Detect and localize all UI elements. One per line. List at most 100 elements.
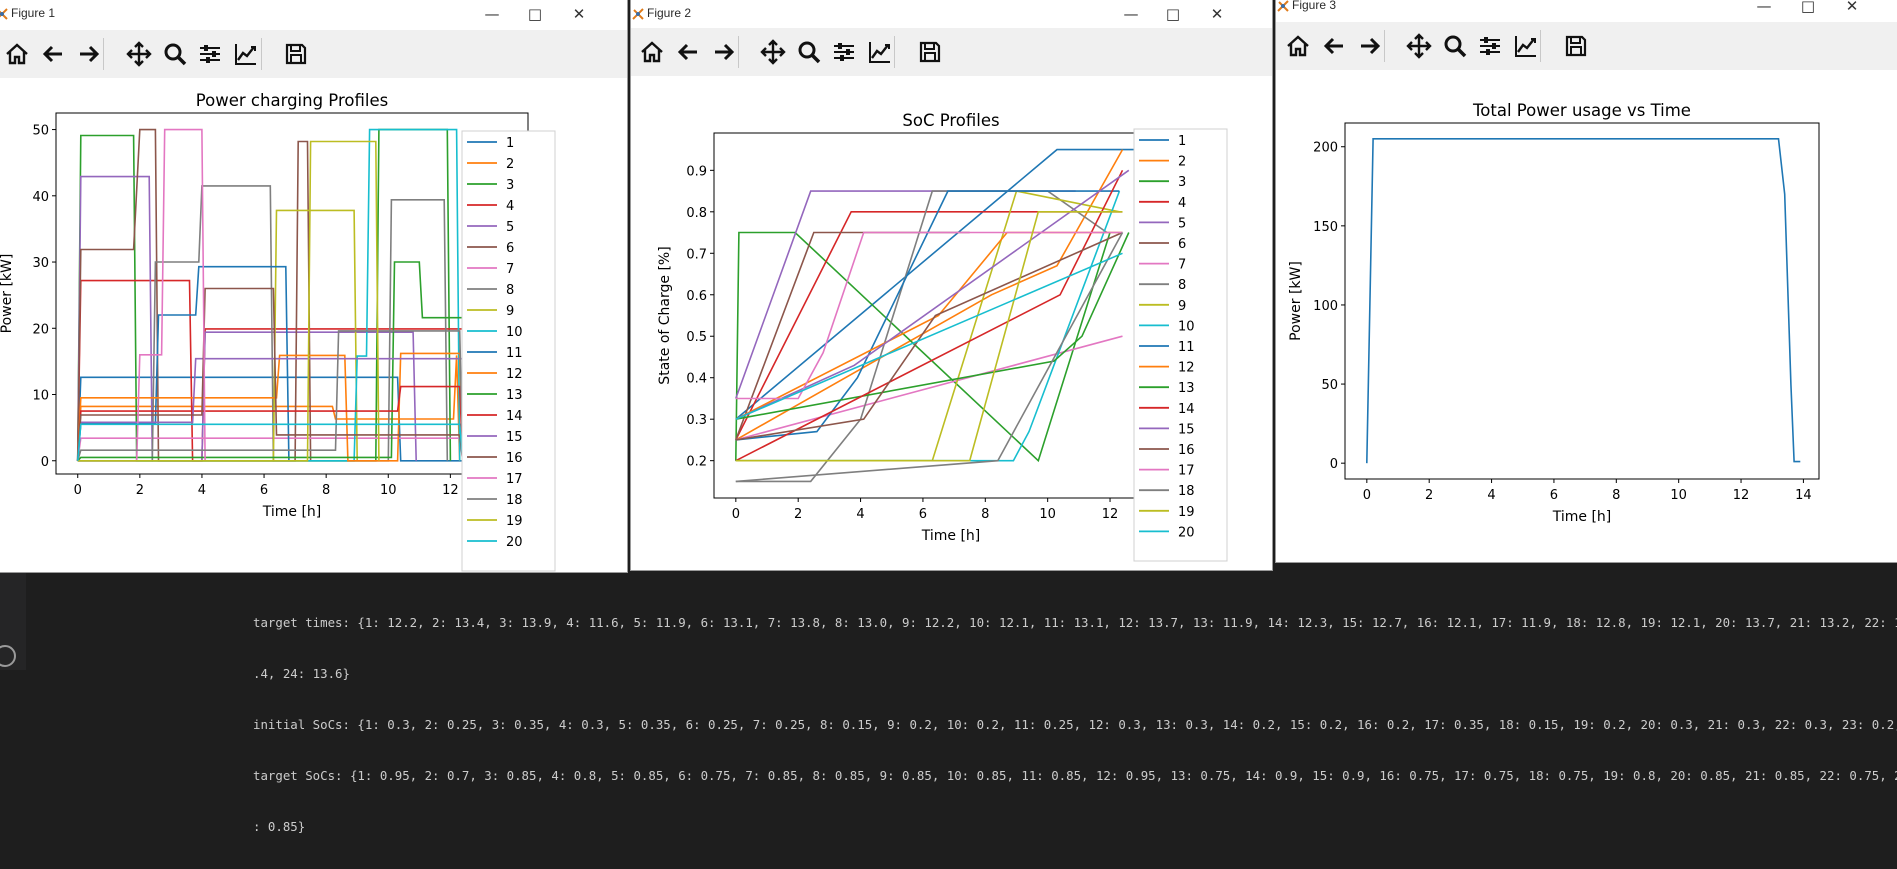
home-button[interactable] [1284,32,1312,60]
series-line-11 [735,190,1120,441]
close-button[interactable]: ✕ [1206,4,1228,24]
legend-label: 10 [1178,319,1195,334]
subplots-button[interactable] [1476,32,1504,60]
y-tick-label: 50 [1321,378,1338,393]
series-line-5 [76,175,417,462]
back-arrow-button[interactable] [39,40,67,68]
axes-edit-button[interactable] [1512,32,1540,60]
x-tick-label: 0 [1363,488,1371,503]
toolbar [0,30,627,78]
figure-window-2[interactable]: Figure 2 — □ ✕ SoC Profiles 0.2 0.3 0.4 0.5 0.6 0.… [631,0,1272,570]
y-axis-label: State of Charge [%] [657,246,673,384]
figure-canvas: SoC Profiles 0.2 0.3 0.4 0.5 0.6 0.7 0.8 0.9 0 2 4 6… [631,76,1272,570]
maximize-button[interactable]: □ [1797,0,1819,16]
account-icon[interactable] [0,645,16,667]
y-tick-label: 0.7 [686,247,707,262]
legend-label: 6 [506,241,514,256]
title-bar[interactable]: Figure 3 — □ ✕ [1276,0,1897,19]
minimize-button[interactable]: — [481,4,503,24]
forward-arrow-button[interactable] [710,38,738,66]
forward-arrow-button[interactable] [1356,32,1384,60]
legend-label: 13 [506,388,523,403]
legend-label: 13 [1178,381,1195,396]
close-button[interactable]: ✕ [568,4,590,24]
legend-label: 2 [506,157,514,172]
x-tick-label: 4 [1487,488,1495,503]
y-tick-label: 0.5 [686,330,707,345]
zoom-icon [798,41,821,64]
pan-button[interactable] [125,40,153,68]
legend-label: 19 [506,514,523,529]
legend-label: 2 [1178,155,1186,170]
home-button[interactable] [638,38,666,66]
y-axis-label: Power [kW] [1288,261,1304,341]
pan-button[interactable] [1405,32,1433,60]
legend-label: 12 [506,367,523,382]
pan-button[interactable] [759,38,787,66]
y-tick-label: 0.8 [686,206,707,221]
legend-label: 20 [506,535,523,550]
x-tick-label: 14 [1795,488,1812,503]
axes-edit-icon [1515,36,1536,57]
figure-window-1[interactable]: Figure 1— □ ✕ Power charging Profiles 0 10 20 3… [0,0,627,572]
y-tick-label: 0.2 [686,455,707,470]
zoom-button[interactable] [795,38,823,66]
x-tick-label: 12 [1733,488,1750,503]
save-button[interactable] [282,40,310,68]
y-tick-label: 40 [32,190,49,205]
y-tick-label: 30 [32,256,49,271]
save-button[interactable] [1562,32,1590,60]
toolbar-separator [738,36,739,68]
title-bar[interactable]: Figure 2 — □ ✕ [631,0,1272,27]
x-tick-label: 0 [732,507,740,522]
x-tick-label: 6 [260,483,268,498]
x-tick-label: 8 [981,507,989,522]
maximize-button[interactable]: □ [524,4,546,24]
y-tick-label: 150 [1313,220,1338,235]
x-tick-label: 0 [74,483,82,498]
zoom-button[interactable] [1441,32,1469,60]
y-tick-label: 0 [1330,457,1338,472]
save-icon [285,43,307,65]
zoom-button[interactable] [161,40,189,68]
back-arrow-button[interactable] [674,38,702,66]
y-tick-label: 10 [32,389,49,404]
minimize-button[interactable]: — [1753,0,1775,16]
title-bar[interactable]: Figure 1 — □ ✕ [0,0,627,27]
subplots-button[interactable] [830,38,858,66]
x-tick-label: 12 [442,483,459,498]
save-button[interactable] [916,38,944,66]
legend-label: 17 [1178,464,1195,479]
close-button[interactable]: ✕ [1841,0,1863,16]
axes-edit-icon [235,44,256,65]
home-button[interactable] [3,40,31,68]
forward-arrow-button[interactable] [75,40,103,68]
y-tick-label: 0 [41,455,49,470]
legend-label: 12 [1178,361,1195,376]
x-tick-label: 2 [136,483,144,498]
window-title: Figure 2 [647,6,692,20]
figure-canvas: Power charging Profiles 0 10 20 30 40 50 0 2 4 6 8 1… [0,78,627,572]
chart-svg: SoC Profiles 0.2 0.3 0.4 0.5 0.6 0.7 0.8 0.9 0 2 4 6… [657,111,1228,562]
back-arrow-button[interactable] [1320,32,1348,60]
axes-edit-button[interactable] [232,40,260,68]
legend-label: 5 [1178,216,1186,231]
plot-area [735,148,1173,483]
plot-area [1366,138,1801,464]
series-line-11 [76,265,290,461]
toolbar [631,28,1272,76]
legend-label: 18 [1178,484,1195,499]
axes-edit-button[interactable] [866,38,894,66]
series-line-20 [76,423,464,461]
x-tick-label: 4 [198,483,206,498]
subplots-button[interactable] [196,40,224,68]
terminal-panel[interactable]: target times: {1: 12.2, 2: 13.4, 3: 13.9… [0,565,1897,834]
figure-window-3[interactable]: Figure 3 — □ ✕ Total Power usage vs Time 0 50 1… [1276,0,1897,562]
legend-label: 7 [506,262,514,277]
legend-label: 11 [506,346,523,361]
x-tick-label: 12 [1102,507,1119,522]
plot-area [76,128,513,462]
minimize-button[interactable]: — [1120,4,1142,24]
matplotlib-logo-icon [631,6,645,25]
maximize-button[interactable]: □ [1162,4,1184,24]
